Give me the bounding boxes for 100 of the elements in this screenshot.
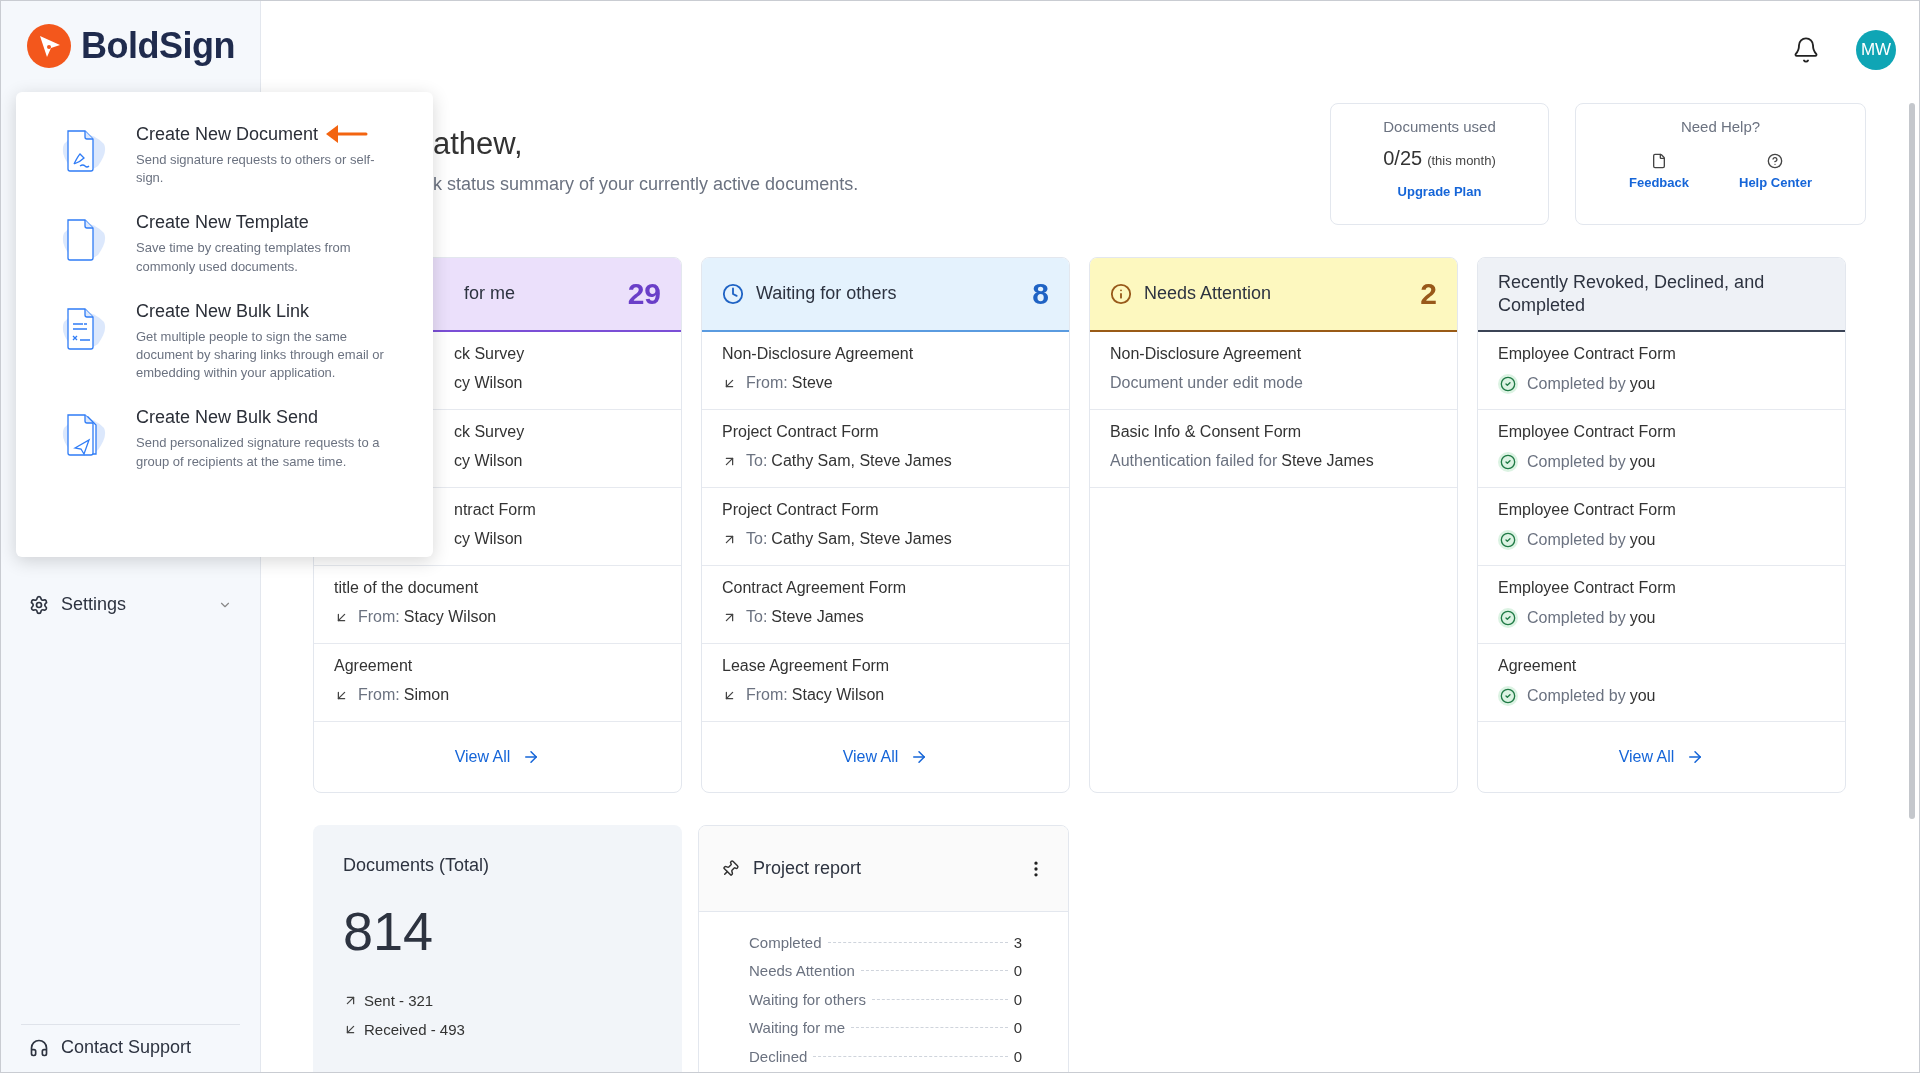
headphones-icon	[29, 1037, 49, 1058]
document-title: Non-Disclosure Agreement	[1110, 345, 1303, 363]
document-row[interactable]: Project Contract Form To: Cathy Sam, Steve James	[702, 488, 1069, 566]
document-row[interactable]: Employee Contract Form Completed by you	[1478, 332, 1845, 410]
report-label: Waiting for me	[749, 1019, 846, 1037]
document-row[interactable]: Employee Contract Form Completed by you	[1478, 566, 1845, 644]
scrollbar[interactable]	[1909, 103, 1915, 819]
status-label: Document under edit mode	[1110, 374, 1303, 392]
card-title: Recently Revoked, Declined, and Completed	[1498, 270, 1766, 317]
document-row[interactable]: Agreement From: Simon	[314, 644, 681, 722]
help-link[interactable]: Feedback	[1629, 153, 1689, 190]
notification-bell-icon[interactable]	[1792, 36, 1820, 64]
help-icon	[1767, 153, 1784, 169]
view-all-link[interactable]: View All	[454, 748, 541, 766]
document-row[interactable]: Employee Contract Form Completed by you	[1478, 410, 1845, 488]
check-circle-icon	[1498, 374, 1518, 394]
greeting-subtitle: k status summary of your currently active documents.	[433, 174, 860, 195]
clock-icon	[722, 283, 744, 305]
report-title: Project report	[753, 858, 863, 879]
status-label: Authentication failed for	[1110, 452, 1278, 470]
report-label: Completed	[749, 933, 822, 951]
document-title: ck Survey	[454, 345, 526, 363]
recipient-name: Steve James	[1281, 452, 1374, 470]
greeting-title: athew,	[433, 126, 524, 162]
status-label: To:	[746, 452, 768, 470]
document-row[interactable]: Employee Contract Form Completed by you	[1478, 488, 1845, 566]
recipient-name: you	[1629, 453, 1656, 471]
help-title: Need Help?	[1680, 118, 1761, 135]
document-row[interactable]: title of the document From: Stacy Wilson	[314, 566, 681, 644]
report-value: 0	[1013, 962, 1022, 980]
menu-item-title: Create New Bulk Link	[136, 300, 310, 322]
document-title: Basic Info & Consent Form	[1110, 423, 1303, 441]
report-label: Declined	[749, 1047, 808, 1065]
view-all-link[interactable]: View All	[1618, 748, 1705, 766]
usage-count: 0/25	[1383, 147, 1423, 170]
status-label: Completed by	[1527, 453, 1626, 471]
recipient-name: Cathy Sam, Steve James	[771, 530, 952, 548]
file-icon	[1651, 153, 1667, 169]
check-circle-icon	[1498, 530, 1518, 550]
recipient-name: Steve James	[771, 608, 864, 626]
usage-title: Documents used	[1383, 118, 1496, 135]
card-title: for me	[463, 282, 516, 306]
recipient-name: cy Wilson	[454, 452, 523, 470]
report-value: 0	[1013, 1019, 1022, 1037]
document-title: Agreement	[1498, 657, 1578, 675]
recipient-name: Cathy Sam, Steve James	[771, 452, 952, 470]
document-title: Agreement	[334, 657, 414, 675]
document-row[interactable]: Non-Disclosure Agreement From: Steve	[702, 332, 1069, 410]
menu-item[interactable]: Create New Template Save time by creating templates from commonly used documents.	[58, 211, 405, 276]
document-title: Employee Contract Form	[1498, 501, 1677, 519]
document-title: Employee Contract Form	[1498, 423, 1677, 441]
document-row[interactable]: Lease Agreement Form From: Stacy Wilson	[702, 644, 1069, 722]
document-row[interactable]: Agreement Completed by you	[1478, 644, 1845, 722]
recipient-name: Steve	[791, 374, 833, 392]
report-value: 0	[1013, 1047, 1022, 1065]
totals-line: Received - 493	[364, 1021, 465, 1038]
status-label: From:	[746, 686, 788, 704]
menu-item-title: Create New Template	[136, 212, 309, 234]
status-label: Completed by	[1527, 609, 1626, 627]
recipient-name: you	[1629, 531, 1656, 549]
recipient-name: cy Wilson	[454, 530, 523, 548]
report-value: 0	[1013, 990, 1022, 1008]
status-label: From:	[358, 686, 400, 704]
recipient-name: you	[1629, 609, 1656, 627]
recipient-name: cy Wilson	[454, 374, 523, 392]
view-all-link[interactable]: View All	[842, 748, 929, 766]
contact-support-link[interactable]: Contact Support	[21, 1024, 240, 1072]
document-row[interactable]: Basic Info & Consent Form Authentication failed for Steve James	[1090, 410, 1457, 488]
usage-period: (this month)	[1427, 153, 1496, 168]
document-title: Project Contract Form	[722, 501, 880, 519]
report-value: 3	[1013, 933, 1022, 951]
totals-title: Documents (Total)	[343, 855, 491, 876]
card-count: 2	[1420, 277, 1437, 311]
document-row[interactable]: Contract Agreement Form To: Steve James	[702, 566, 1069, 644]
totals-line: Sent - 321	[364, 992, 434, 1009]
document-row[interactable]: Non-Disclosure Agreement Document under edit mode	[1090, 332, 1457, 410]
status-label: Completed by	[1527, 687, 1626, 705]
check-circle-icon	[1498, 686, 1518, 706]
recipient-name: Simon	[403, 686, 450, 704]
menu-item[interactable]: Create New Document Send signature requests to others or self-sign.	[58, 122, 405, 188]
help-link[interactable]: Help Center	[1739, 153, 1812, 190]
card-title: Waiting for others	[756, 282, 898, 306]
recipient-name: you	[1629, 687, 1656, 705]
document-title: ntract Form	[454, 501, 537, 519]
check-circle-icon	[1498, 608, 1518, 628]
report-label: Waiting for others	[749, 990, 866, 1008]
info-icon	[1110, 283, 1132, 305]
brand-name: BoldSign	[81, 25, 235, 67]
status-label: From:	[746, 374, 788, 392]
document-title: Employee Contract Form	[1498, 345, 1677, 363]
recipient-name: Stacy Wilson	[791, 686, 885, 704]
totals-count: 814	[343, 900, 435, 962]
document-row[interactable]: Project Contract Form To: Cathy Sam, Steve James	[702, 410, 1069, 488]
document-title: title of the document	[334, 579, 480, 597]
card-count: 29	[627, 277, 661, 311]
sidebar-item[interactable]: Settings	[21, 586, 240, 623]
status-label: Completed by	[1527, 375, 1626, 393]
upgrade-plan-link[interactable]: Upgrade Plan	[1397, 184, 1482, 199]
status-label: From:	[358, 608, 400, 626]
menu-item-description: Save time by creating templates from commonly used documents.	[136, 239, 352, 276]
